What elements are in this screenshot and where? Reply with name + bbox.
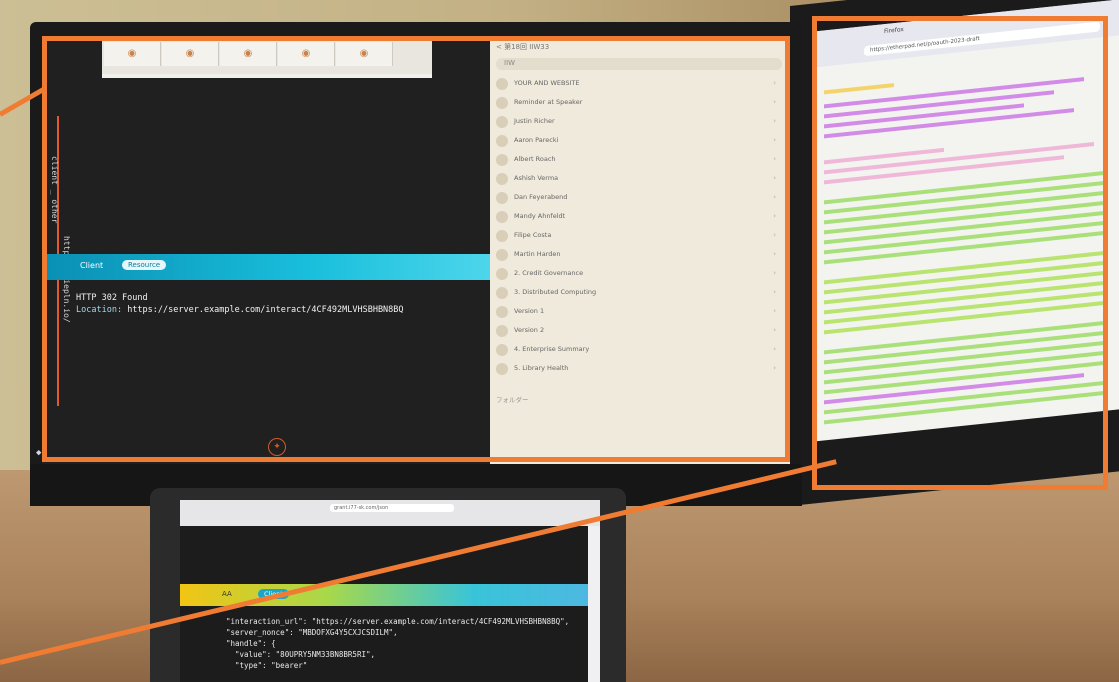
json-line: "handle": { (226, 639, 276, 648)
laptop: grant.i77-sk.com/json AA Client "interac… (150, 488, 626, 682)
json-line: "server_nonce": "MBDOFXG4Y5CXJCSDILM", (226, 628, 398, 637)
callout-frame-right (812, 16, 1108, 490)
laptop-screen: grant.i77-sk.com/json AA Client "interac… (180, 500, 600, 682)
json-line: "value": "80UPRY5NM33BN8BR5RI", (226, 650, 376, 659)
callout-frame-main (42, 36, 790, 462)
laptop-sidebar (588, 526, 600, 682)
laptop-browser-toolbar: grant.i77-sk.com/json (180, 500, 600, 526)
laptop-band-left-label: AA (222, 590, 232, 598)
json-line: "interaction_url": "https://server.examp… (226, 617, 570, 626)
laptop-address-bar[interactable]: grant.i77-sk.com/json (330, 504, 454, 512)
json-response: "interaction_url": "https://server.examp… (226, 616, 569, 671)
json-line: "type": "bearer" (226, 661, 308, 670)
